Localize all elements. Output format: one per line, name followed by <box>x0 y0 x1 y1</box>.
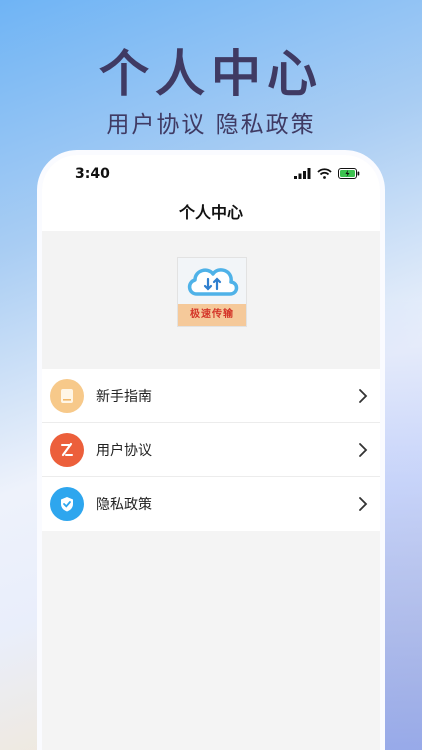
app-logo: 极速传输 <box>177 257 247 327</box>
status-time: 3:40 <box>75 166 110 182</box>
book-icon <box>50 378 84 413</box>
menu-item-privacy-policy[interactable]: 隐私政策 <box>42 477 380 531</box>
menu-label: 隐私政策 <box>96 497 152 513</box>
shield-check-icon <box>50 487 84 521</box>
logo-text: 极速传输 <box>178 304 246 326</box>
wifi-icon <box>317 168 332 179</box>
status-bar: 3:40 <box>42 155 380 195</box>
signal-icon <box>294 168 311 179</box>
chevron-right-icon <box>359 497 368 511</box>
hero-subtitle: 用户协议 隐私政策 <box>106 112 316 138</box>
chevron-right-icon <box>359 443 368 457</box>
phone-frame: 3:40 个人中心 极速传输 新手指南 用户协议 隐私政策 <box>37 150 385 750</box>
hero-title: 个人中心 <box>99 45 323 103</box>
menu-list: 新手指南 用户协议 隐私政策 <box>42 369 380 531</box>
menu-label: 新手指南 <box>96 388 152 405</box>
logo-area: 极速传输 <box>42 231 380 369</box>
battery-icon <box>338 168 360 179</box>
status-icons <box>294 168 360 179</box>
menu-item-user-agreement[interactable]: 用户协议 <box>42 423 380 477</box>
nav-title: 个人中心 <box>42 195 380 231</box>
edit-icon <box>50 432 84 467</box>
menu-item-guide[interactable]: 新手指南 <box>42 369 380 423</box>
chevron-right-icon <box>359 389 368 403</box>
menu-label: 用户协议 <box>96 442 152 459</box>
cloud-upload-icon <box>187 268 239 296</box>
